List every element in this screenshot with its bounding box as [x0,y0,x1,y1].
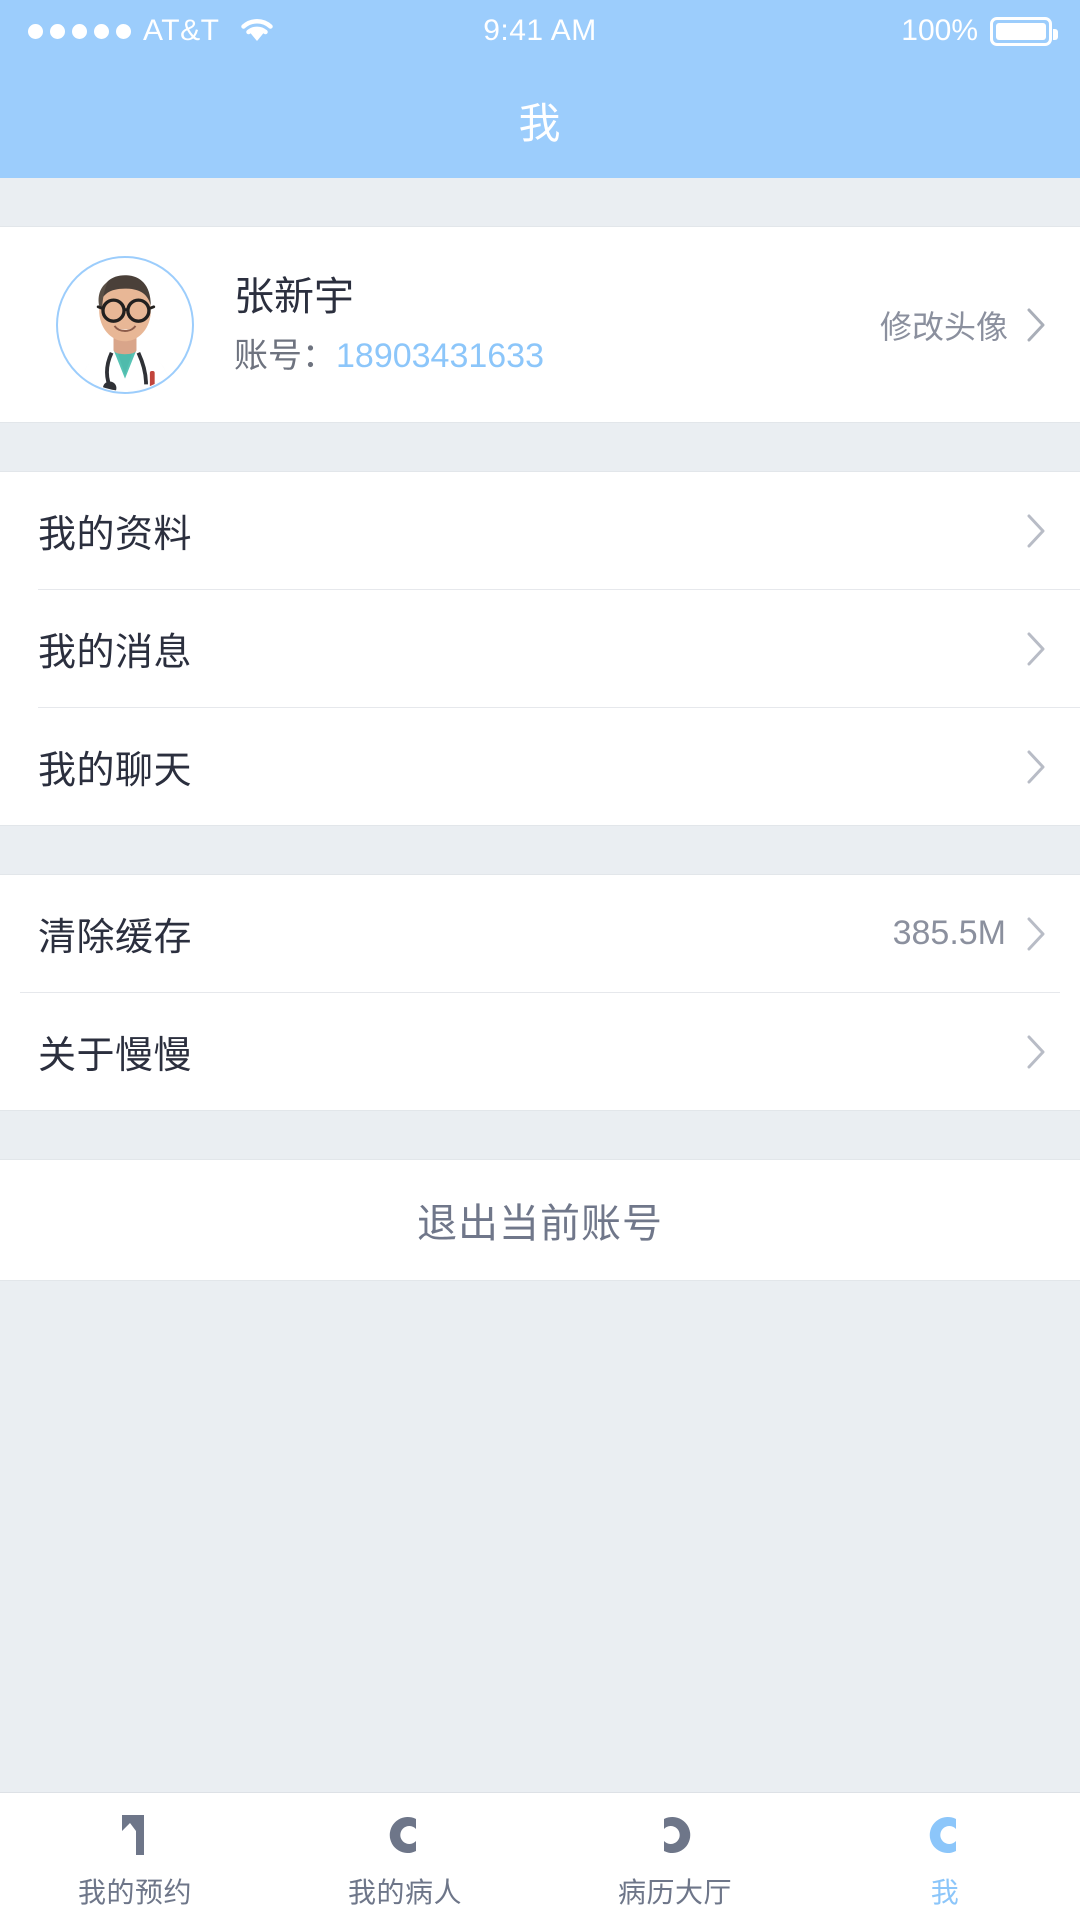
menu-item-label: 我的消息 [38,632,193,674]
app-screen: AT&T 9:41 AM 100% 我 张新宇 账号：18903431633 修… [0,0,1080,1920]
calendar-flag-icon [122,1814,144,1855]
tab-label: 病历大厅 [617,1876,732,1908]
account-number: 18903431633 [336,336,545,375]
battery-percent-label: 100% [901,14,978,47]
chevron-right-icon [1027,308,1045,341]
account-line: 账号：18903431633 [234,339,544,373]
spacer [0,423,1080,471]
tab-me[interactable]: 我 [810,1793,1080,1920]
patient-arc-icon [389,1816,416,1853]
tab-bar: 我的预约 我的病人 病历大厅 我 [0,1792,1080,1920]
cache-size-value: 385.5M [892,914,1006,952]
status-bar-left: AT&T [28,14,277,49]
menu-item-label: 我的资料 [38,514,193,556]
edit-avatar-label: 修改头像 [879,308,1008,345]
tab-my-patients[interactable]: 我的病人 [270,1793,540,1920]
profile-row[interactable]: 张新宇 账号：18903431633 修改头像 [0,227,1080,422]
edit-avatar-button[interactable]: 修改头像 [880,302,1046,348]
account-label: 账号： [234,336,336,375]
tab-label: 我的病人 [347,1876,462,1908]
chevron-right-icon [1027,632,1045,665]
page-title: 我 [518,99,562,147]
menu-item-right [1026,632,1046,666]
logout-card: 退出当前账号 [0,1159,1080,1281]
tab-label: 我的预约 [77,1876,192,1908]
spacer [0,826,1080,874]
tab-records-hall[interactable]: 病历大厅 [540,1793,810,1920]
menu-item-right [1026,750,1046,784]
menu-item-label: 我的聊天 [38,750,193,792]
profile-arc-icon [929,1816,956,1853]
menu-item-my-messages[interactable]: 我的消息 [0,590,1080,707]
spacer [0,178,1080,226]
avatar[interactable] [56,255,194,394]
chevron-right-icon [1027,750,1045,783]
menu-item-my-profile[interactable]: 我的资料 [0,472,1080,589]
profile-info: 张新宇 账号：18903431633 [234,277,544,373]
app-header: AT&T 9:41 AM 100% 我 [0,0,1080,178]
signal-strength-icon [28,23,131,39]
wifi-icon [237,14,277,49]
carrier-label: AT&T [143,14,220,47]
menu-group-settings: 清除缓存 385.5M 关于慢慢 [0,874,1080,1111]
menu-item-label: 关于慢慢 [38,1035,193,1077]
menu-item-right [1026,1035,1046,1069]
menu-item-right: 385.5M [893,914,1046,953]
doctor-avatar-image [58,258,192,391]
logout-button[interactable]: 退出当前账号 [0,1160,1080,1280]
battery-icon [990,16,1058,46]
status-bar-right: 100% [901,14,1058,48]
menu-item-about[interactable]: 关于慢慢 [0,993,1080,1110]
menu-item-my-chat[interactable]: 我的聊天 [0,708,1080,825]
menu-item-clear-cache[interactable]: 清除缓存 385.5M [0,875,1080,992]
status-bar: AT&T 9:41 AM 100% [0,0,1080,62]
menu-group-profile: 我的资料 我的消息 我的聊天 [0,471,1080,826]
tab-my-appointments[interactable]: 我的预约 [0,1793,270,1920]
user-name: 张新宇 [234,274,354,319]
chevron-right-icon [1027,917,1045,950]
records-arc-icon [664,1816,691,1853]
chevron-right-icon [1027,514,1045,547]
profile-card: 张新宇 账号：18903431633 修改头像 [0,226,1080,423]
chevron-right-icon [1027,1035,1045,1068]
tab-label: 我 [930,1876,960,1908]
spacer [0,1111,1080,1159]
menu-item-right [1026,514,1046,548]
menu-item-label: 清除缓存 [38,917,193,959]
